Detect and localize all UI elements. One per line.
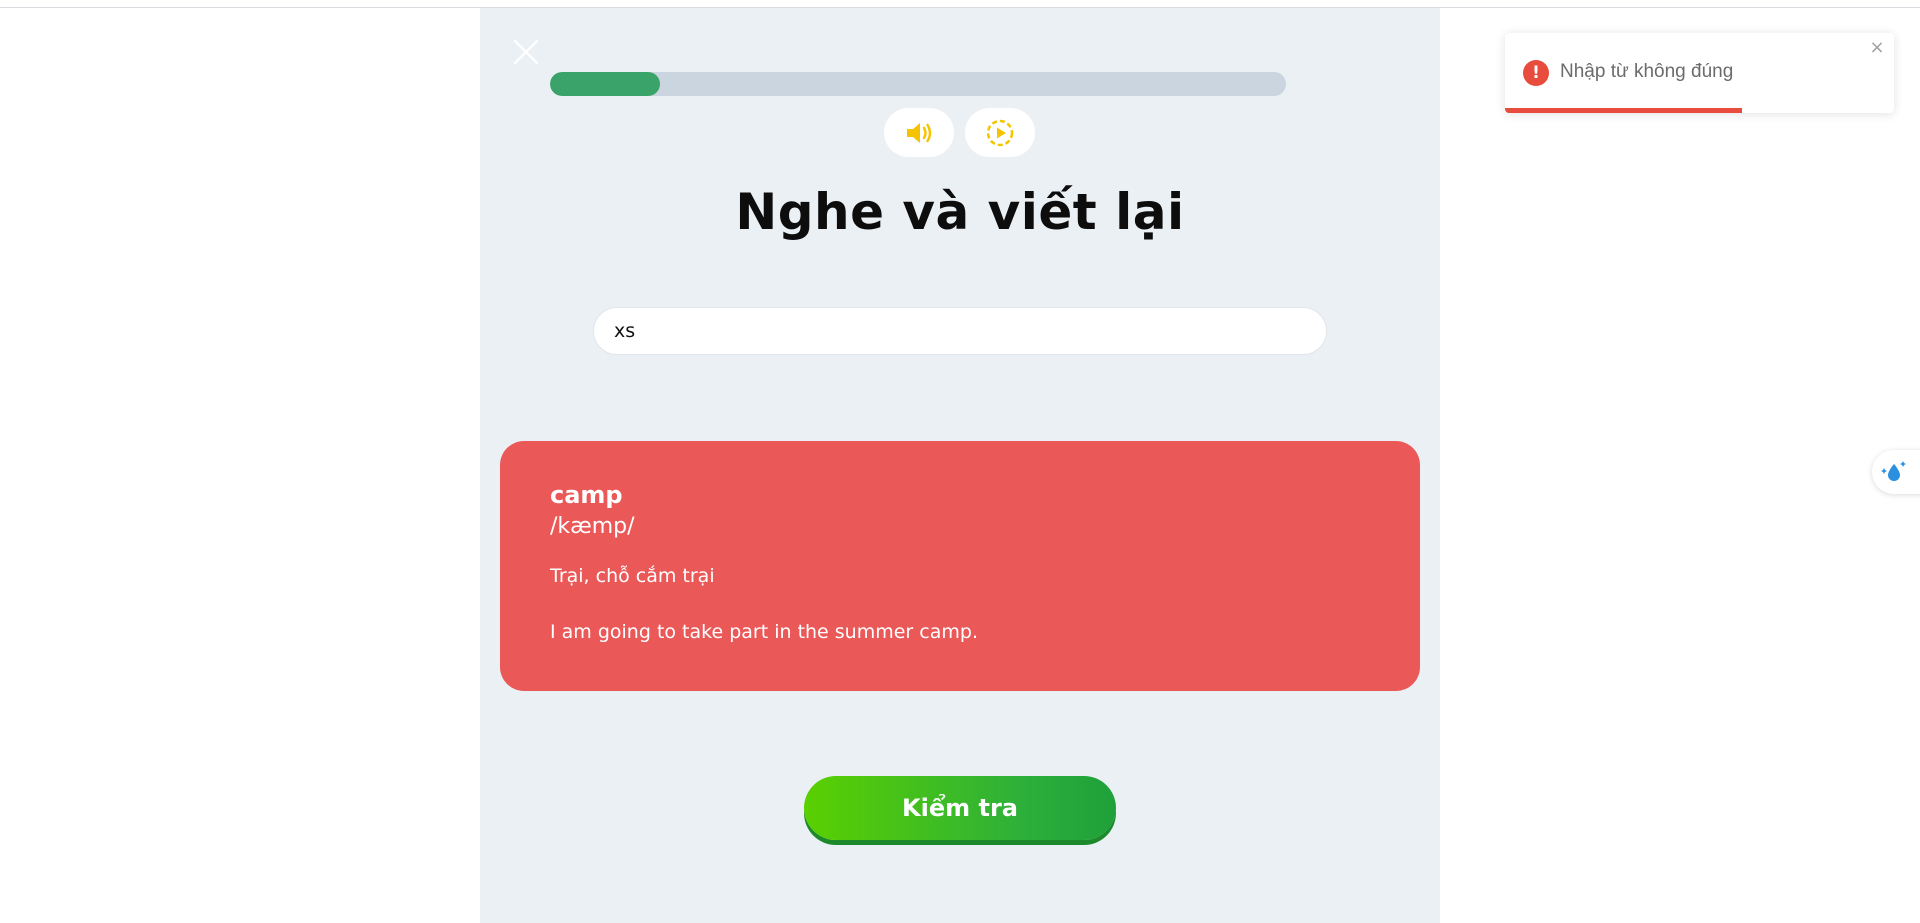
answer-input[interactable] [593, 307, 1327, 355]
feedback-meaning: Trại, chỗ cắm trại [550, 565, 715, 587]
browser-top-divider [0, 0, 1920, 8]
page-title: Nghe và viết lại [735, 183, 1185, 241]
feedback-pronunciation: /kæmp/ [550, 514, 635, 539]
toast-timer-track [1505, 108, 1894, 113]
progress-bar [550, 72, 1286, 96]
feedback-example: I am going to take part in the summer ca… [550, 621, 978, 643]
toast-timer-bar [1505, 108, 1743, 113]
side-widget-button[interactable] [1872, 450, 1920, 494]
feedback-card: camp /kæmp/ Trại, chỗ cắm trại I am goin… [500, 441, 1420, 691]
progress-fill [550, 72, 661, 96]
slow-play-icon [986, 119, 1014, 146]
play-slow-button[interactable] [965, 108, 1035, 157]
error-toast: ! Nhập từ không đúng × [1505, 33, 1894, 113]
check-button[interactable]: Kiểm tra [804, 776, 1116, 840]
error-icon: ! [1523, 60, 1549, 86]
toast-close-icon[interactable]: × [1868, 39, 1886, 57]
close-icon[interactable] [510, 36, 542, 68]
speaker-icon [907, 122, 932, 143]
play-audio-button[interactable] [884, 108, 954, 157]
sparkle-drop-icon [1881, 461, 1906, 481]
feedback-word: camp [550, 481, 623, 509]
toast-message: Nhập từ không đúng [1560, 61, 1734, 82]
